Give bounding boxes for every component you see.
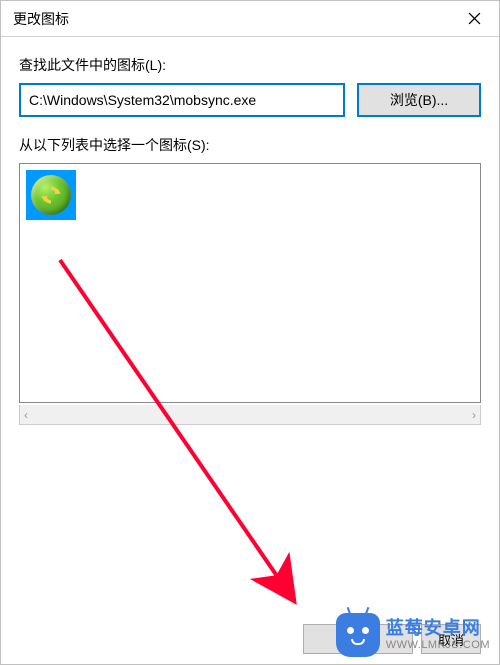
change-icon-dialog: 更改图标 查找此文件中的图标(L): 浏览(B)... 从以下列表中选择一个图标… bbox=[0, 0, 500, 665]
path-label: 查找此文件中的图标(L): bbox=[19, 55, 481, 75]
path-row: 浏览(B)... bbox=[19, 83, 481, 117]
sync-icon bbox=[31, 175, 71, 215]
watermark-title: 蓝莓安卓网 bbox=[386, 619, 490, 639]
scroll-right-icon[interactable]: › bbox=[472, 408, 476, 422]
scroll-left-icon[interactable]: ‹ bbox=[24, 408, 28, 422]
close-icon bbox=[468, 12, 481, 25]
horizontal-scrollbar[interactable]: ‹ › bbox=[19, 405, 481, 425]
dialog-content: 查找此文件中的图标(L): 浏览(B)... 从以下列表中选择一个图标(S): … bbox=[1, 37, 499, 614]
titlebar: 更改图标 bbox=[1, 1, 499, 37]
watermark-logo-icon bbox=[336, 613, 380, 657]
icon-item-sync[interactable] bbox=[26, 170, 76, 220]
icon-path-input[interactable] bbox=[19, 83, 345, 117]
icon-list[interactable] bbox=[19, 163, 481, 403]
watermark-url: WWW.LMKJS.COM bbox=[386, 639, 490, 651]
browse-button[interactable]: 浏览(B)... bbox=[357, 83, 481, 117]
watermark-text: 蓝莓安卓网 WWW.LMKJS.COM bbox=[386, 619, 490, 651]
list-label: 从以下列表中选择一个图标(S): bbox=[19, 135, 481, 155]
dialog-title: 更改图标 bbox=[13, 9, 69, 29]
watermark: 蓝莓安卓网 WWW.LMKJS.COM bbox=[336, 613, 490, 657]
close-button[interactable] bbox=[449, 1, 499, 37]
sync-arrows-icon bbox=[38, 182, 64, 208]
